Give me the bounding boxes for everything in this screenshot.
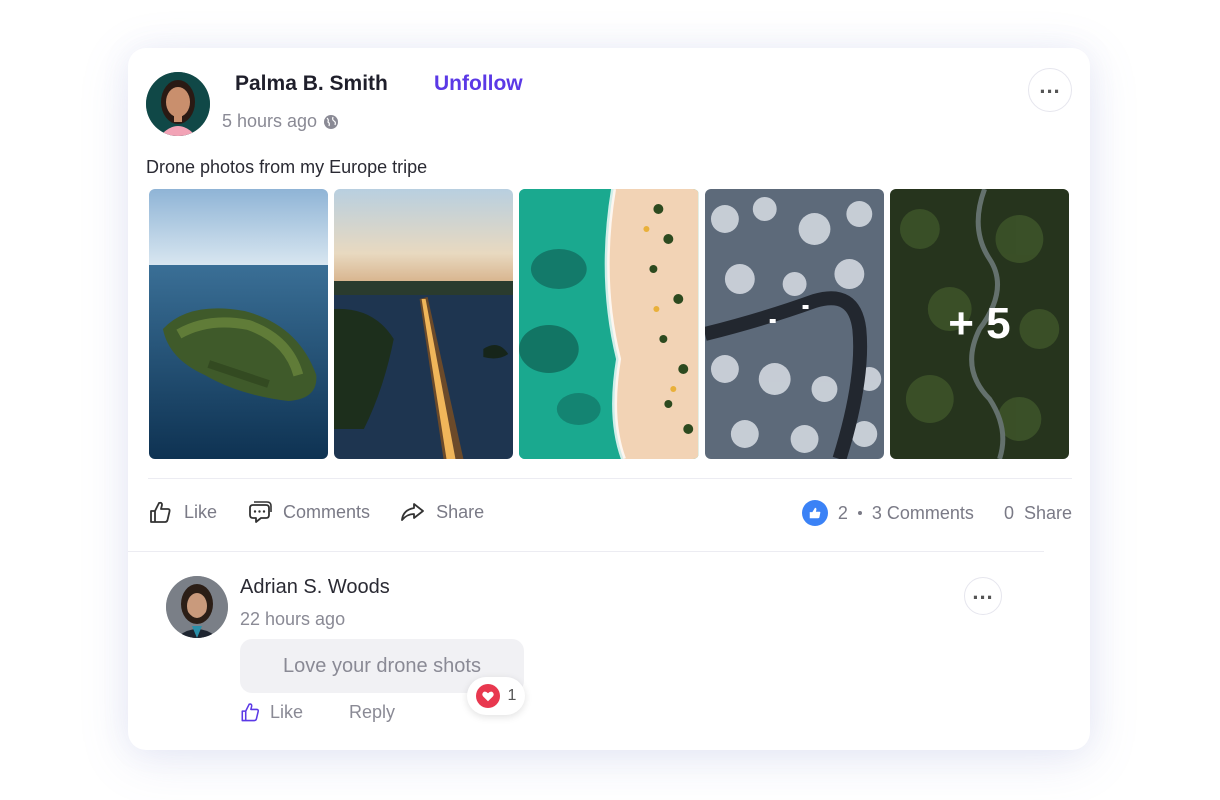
reaction-count: 1 <box>507 687 517 704</box>
post-time: 5 hours ago <box>222 111 318 131</box>
post-author-name[interactable]: Palma B. Smith <box>235 72 388 96</box>
share-button[interactable]: Share <box>398 498 484 526</box>
thumbs-up-icon <box>150 501 171 523</box>
comments-count[interactable]: 3 Comments <box>872 503 974 524</box>
comment-more-button[interactable]: ... <box>964 577 1002 615</box>
heart-icon <box>475 684 500 708</box>
divider <box>148 478 1072 479</box>
photo-beach[interactable] <box>519 189 699 459</box>
shares-count: 0 <box>1003 502 1014 523</box>
globe-icon <box>323 114 339 130</box>
comment-like-button[interactable]: Like <box>238 700 303 724</box>
comment-author-name[interactable]: Adrian S. Woods <box>240 576 390 599</box>
post-more-button[interactable]: ... <box>1028 68 1072 112</box>
post-caption: Drone photos from my Europe tripe <box>146 157 428 177</box>
like-label: Like <box>184 501 218 522</box>
photo-gallery: + 5 <box>149 189 1070 459</box>
comment-icon <box>249 501 272 523</box>
share-icon <box>401 503 424 521</box>
post-actions: Like Comments Share <box>146 498 512 526</box>
reply-button[interactable]: Reply <box>349 702 395 723</box>
more-photos-count[interactable]: + 5 <box>889 189 1070 459</box>
photo-island[interactable] <box>149 189 329 459</box>
likes-count[interactable]: 2 <box>838 503 848 524</box>
photo-more[interactable]: + 5 <box>889 189 1070 459</box>
share-label: Share <box>436 501 485 522</box>
post-meta: 5 hours ago <box>222 111 339 132</box>
photo-highway[interactable] <box>334 189 514 459</box>
comment-reaction[interactable]: 1 <box>467 677 525 715</box>
like-button[interactable]: Like <box>146 498 217 526</box>
comment-actions: Like Reply <box>238 700 395 724</box>
comments-button[interactable]: Comments <box>245 498 370 526</box>
post-card: Palma B. Smith Unfollow 5 hours ago ... … <box>128 48 1090 750</box>
comment-time: 22 hours ago <box>240 609 346 629</box>
divider <box>128 551 1044 552</box>
thumbs-up-icon <box>241 703 259 722</box>
comment-avatar[interactable] <box>166 576 228 638</box>
photo-snowy-road[interactable] <box>704 189 884 459</box>
shares-label[interactable]: Share <box>1024 503 1072 524</box>
post-stats: 2 3 Comments 0 Share <box>801 500 1072 526</box>
unfollow-button[interactable]: Unfollow <box>434 72 523 96</box>
like-badge-icon <box>801 500 828 526</box>
more-icon: ... <box>972 579 994 604</box>
separator-dot <box>857 511 862 515</box>
comment-like-label: Like <box>270 701 304 722</box>
comments-label: Comments <box>283 501 371 522</box>
more-icon: ... <box>1039 73 1061 98</box>
avatar[interactable] <box>146 72 210 136</box>
